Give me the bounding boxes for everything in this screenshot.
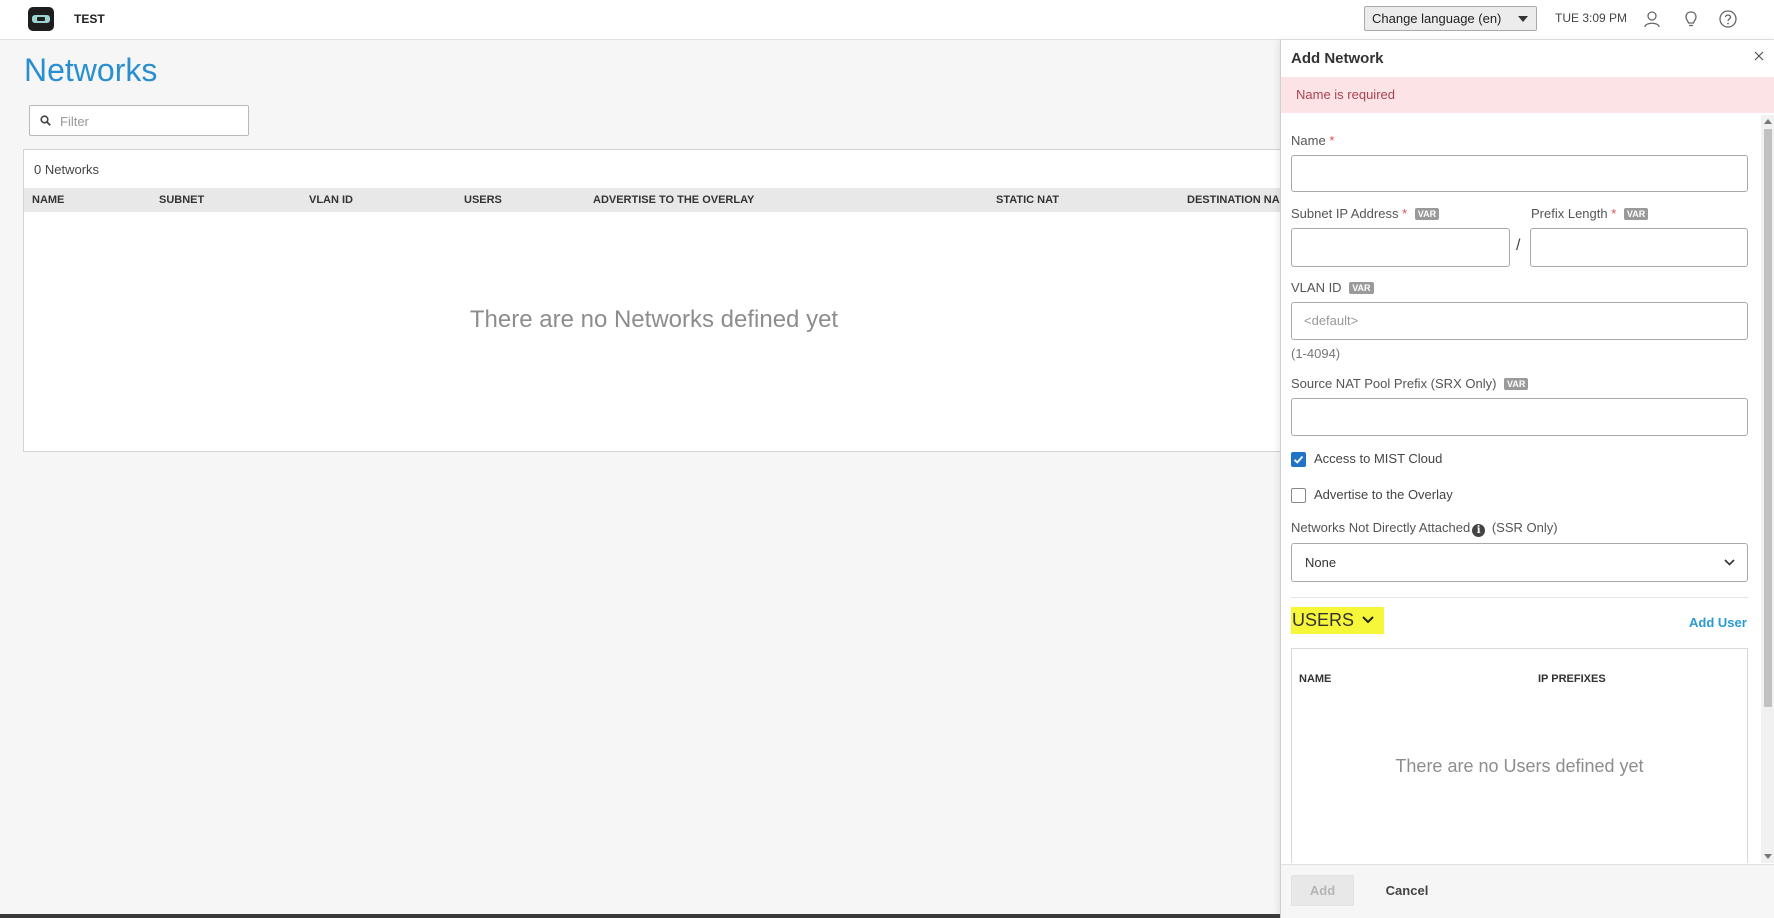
- source-nat-label: Source NAT Pool Prefix (SRX Only) VAR: [1291, 376, 1529, 391]
- language-select-value: Change language (en): [1372, 11, 1502, 26]
- column-header-static-nat[interactable]: STATIC NAT: [996, 194, 1059, 206]
- users-section-toggle[interactable]: USERS: [1291, 607, 1385, 634]
- required-mark: *: [1611, 206, 1617, 221]
- app-logo-icon[interactable]: [28, 7, 54, 31]
- panel-scrollbar[interactable]: [1761, 115, 1774, 863]
- prefix-separator: /: [1516, 237, 1521, 254]
- users-table: NAME IP PREFIXES There are no Users defi…: [1291, 648, 1748, 863]
- subnet-ip-input[interactable]: [1291, 228, 1510, 267]
- cancel-button[interactable]: Cancel: [1377, 875, 1437, 906]
- var-badge: VAR: [1623, 208, 1649, 220]
- column-header-destination-nat[interactable]: DESTINATION NA: [1187, 194, 1280, 206]
- clock: TUE 3:09 PM: [1555, 11, 1628, 25]
- info-icon[interactable]: i: [1472, 524, 1486, 537]
- scroll-down-arrow-icon[interactable]: [1764, 854, 1772, 859]
- empty-networks-message: There are no Networks defined yet: [469, 306, 839, 333]
- networks-table: 0 Networks NAME SUBNET VLAN ID USERS ADV…: [23, 149, 1283, 452]
- vlan-label: VLAN ID VAR: [1291, 280, 1374, 295]
- required-mark: *: [1402, 206, 1408, 221]
- users-column-ip-prefixes[interactable]: IP PREFIXES: [1538, 673, 1606, 685]
- not-attached-value: None: [1305, 555, 1337, 570]
- lightbulb-icon[interactable]: [1681, 9, 1701, 29]
- prefix-label: Prefix Length * VAR: [1531, 206, 1649, 221]
- advertise-overlay-label[interactable]: Advertise to the Overlay: [1314, 487, 1453, 502]
- subnet-label: Subnet IP Address * VAR: [1291, 206, 1440, 221]
- filter-box[interactable]: [29, 105, 249, 136]
- var-badge: VAR: [1504, 378, 1529, 390]
- access-mist-checkbox[interactable]: [1291, 452, 1306, 467]
- source-nat-input[interactable]: [1291, 398, 1748, 436]
- error-banner: Name is required: [1281, 77, 1774, 113]
- ssr-only-text: (SSR Only): [1491, 520, 1558, 535]
- user-icon[interactable]: [1642, 9, 1662, 29]
- chevron-down-icon: [1724, 559, 1735, 566]
- panel-footer: Add Cancel: [1281, 864, 1774, 918]
- taskbar-strip: [0, 914, 1280, 918]
- name-input[interactable]: [1291, 155, 1748, 192]
- section-divider: [1291, 597, 1748, 598]
- filter-input[interactable]: [60, 111, 240, 131]
- language-select[interactable]: Change language (en): [1364, 6, 1537, 31]
- users-column-name[interactable]: NAME: [1299, 673, 1331, 685]
- column-header-users[interactable]: USERS: [464, 194, 502, 206]
- add-button[interactable]: Add: [1291, 875, 1354, 906]
- prefix-label-text: Prefix Length: [1531, 206, 1608, 221]
- caret-down-icon: [1518, 16, 1528, 22]
- scroll-up-arrow-icon[interactable]: [1764, 119, 1772, 124]
- table-header: NAME SUBNET VLAN ID USERS ADVERTISE TO T…: [24, 188, 1282, 212]
- vlan-id-input[interactable]: <default>: [1291, 302, 1748, 340]
- access-mist-label[interactable]: Access to MIST Cloud: [1314, 451, 1442, 466]
- name-label: Name *: [1291, 133, 1334, 148]
- not-attached-select[interactable]: None: [1291, 543, 1748, 582]
- var-badge: VAR: [1414, 208, 1440, 220]
- add-network-panel: Add Network Name is required Name * Subn…: [1280, 40, 1774, 918]
- not-attached-label-text: Networks Not Directly Attached: [1291, 520, 1471, 535]
- vlan-range-hint: (1-4094): [1291, 346, 1341, 361]
- empty-users-message: There are no Users defined yet: [1395, 756, 1644, 776]
- top-bar: TEST Change language (en) TUE 3:09 PM: [0, 0, 1774, 40]
- column-header-name[interactable]: NAME: [32, 194, 64, 206]
- page-title: Networks: [24, 52, 158, 88]
- column-header-subnet[interactable]: SUBNET: [159, 194, 204, 206]
- source-nat-label-text: Source NAT Pool Prefix (SRX Only): [1291, 376, 1497, 391]
- help-icon[interactable]: [1718, 9, 1738, 29]
- scrollbar-thumb[interactable]: [1764, 129, 1772, 707]
- column-header-advertise[interactable]: ADVERTISE TO THE OVERLAY: [593, 194, 754, 206]
- chevron-down-icon: [1362, 616, 1374, 624]
- vlan-placeholder: <default>: [1304, 313, 1359, 328]
- subnet-label-text: Subnet IP Address: [1291, 206, 1399, 221]
- name-label-text: Name: [1291, 133, 1326, 148]
- close-icon[interactable]: [1752, 49, 1766, 63]
- advertise-overlay-checkbox[interactable]: [1291, 488, 1306, 503]
- panel-title: Add Network: [1291, 50, 1384, 67]
- users-heading: USERS: [1292, 610, 1355, 630]
- search-icon: [40, 115, 51, 126]
- column-header-vlan-id[interactable]: VLAN ID: [309, 194, 353, 206]
- vlan-label-text: VLAN ID: [1291, 280, 1342, 295]
- network-form: Name * Subnet IP Address * VAR Prefix Le…: [1281, 113, 1774, 863]
- required-mark: *: [1329, 133, 1335, 148]
- prefix-length-input[interactable]: [1530, 228, 1748, 267]
- org-name[interactable]: TEST: [74, 12, 105, 26]
- var-badge: VAR: [1349, 282, 1374, 294]
- add-user-link[interactable]: Add User: [1689, 615, 1747, 630]
- checkmark-icon: [1293, 455, 1304, 464]
- network-count: 0 Networks: [34, 162, 100, 177]
- not-attached-label: Networks Not Directly Attached i (SSR Onl…: [1291, 520, 1558, 537]
